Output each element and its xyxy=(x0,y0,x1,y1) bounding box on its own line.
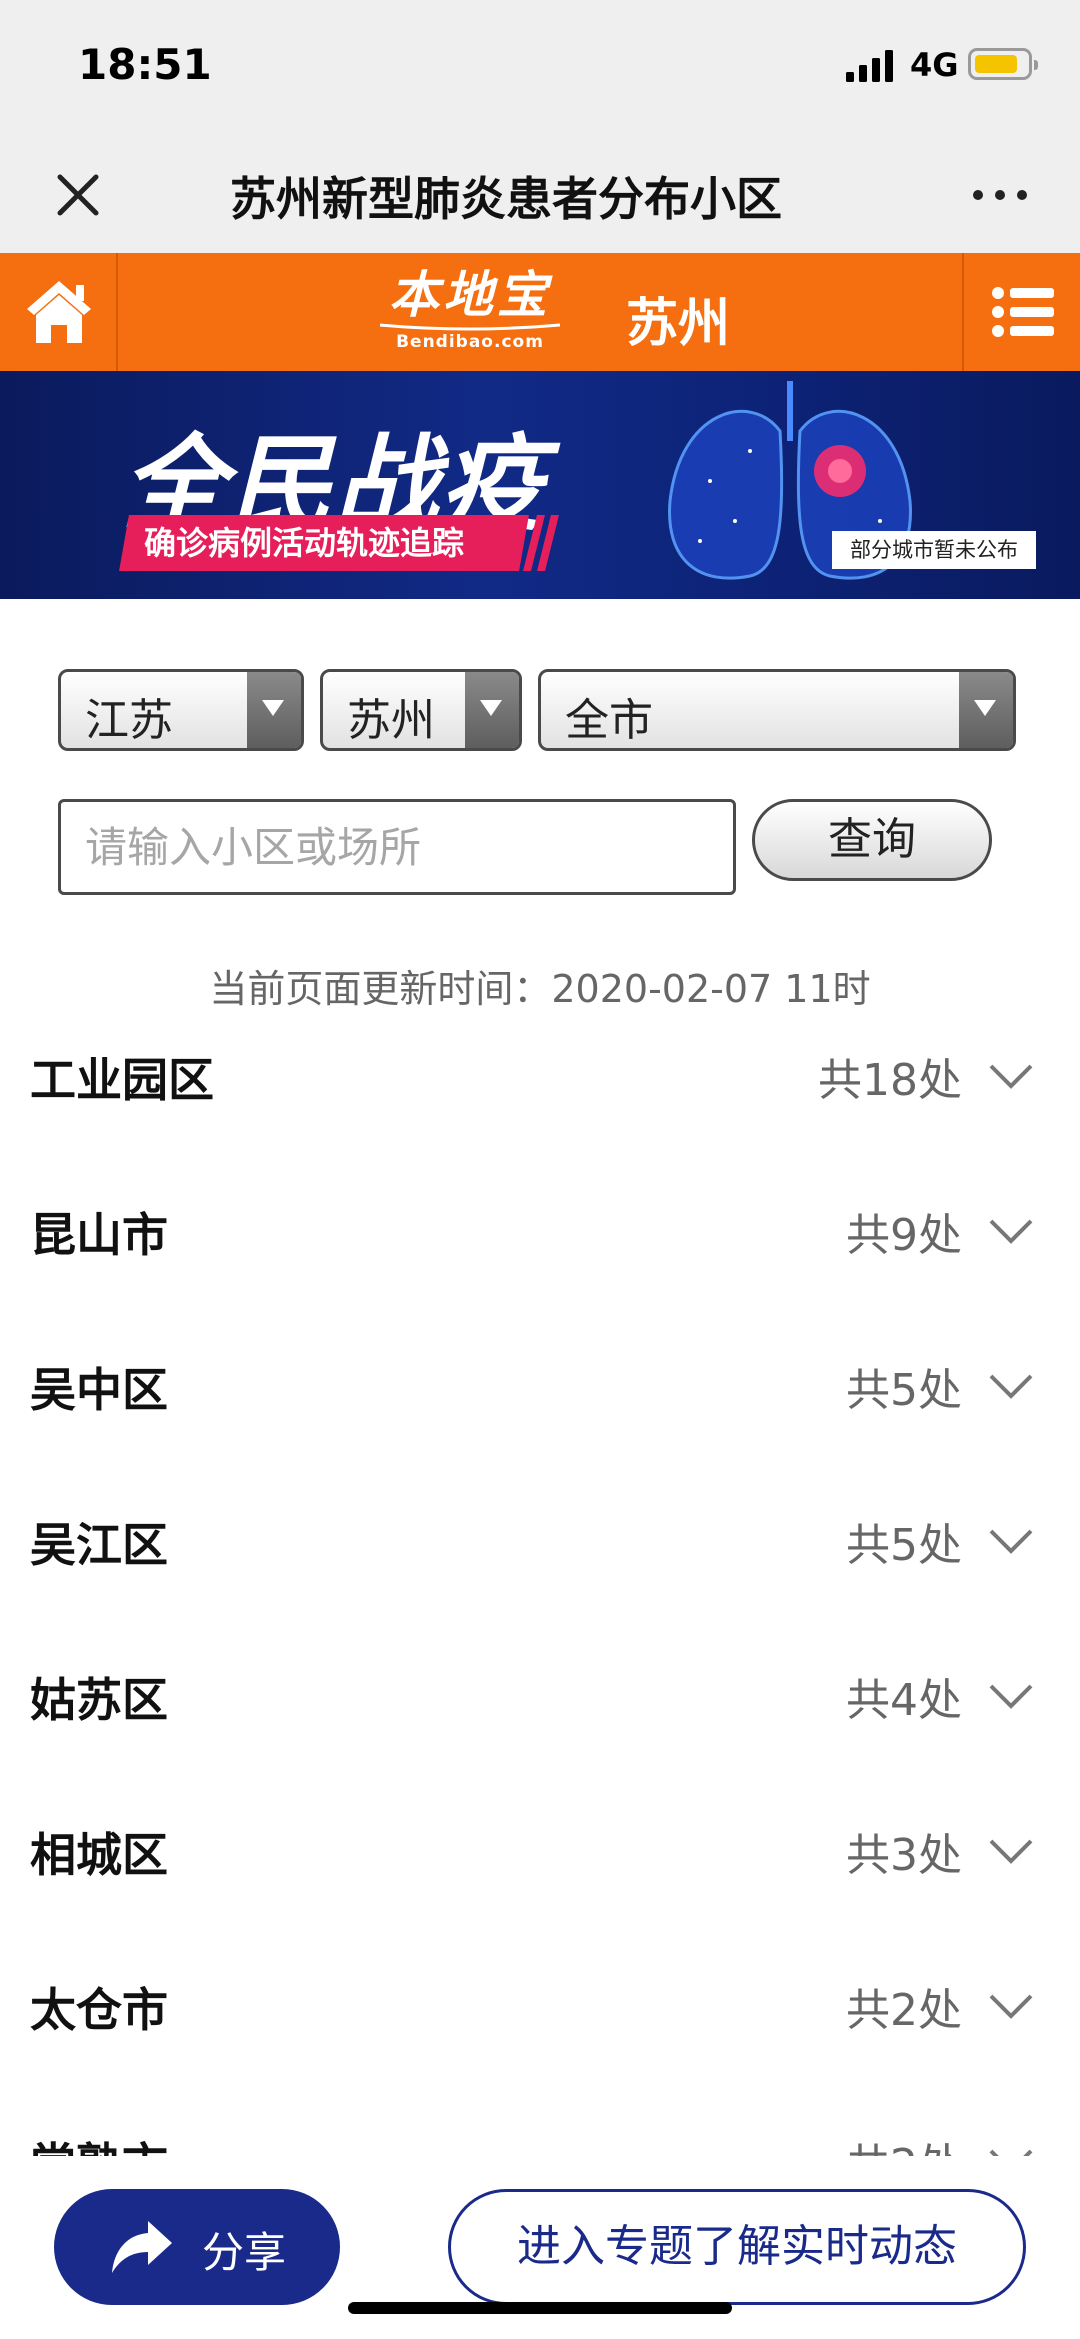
district-count: 共18处 xyxy=(818,1055,962,1106)
banner-note: 部分城市暂未公布 xyxy=(832,531,1036,569)
list-item[interactable]: 吴江区 共5处 xyxy=(0,1475,1080,1630)
district-count: 共9处 xyxy=(846,1210,962,1261)
city-select[interactable]: 苏州 xyxy=(320,669,522,751)
district-name: 工业园区 xyxy=(30,1053,214,1107)
district-count: 共2处 xyxy=(846,1985,962,2036)
district-name: 姑苏区 xyxy=(30,1673,168,1727)
district-name: 昆山市 xyxy=(30,1208,168,1262)
home-indicator xyxy=(348,2302,732,2314)
chevron-down-icon xyxy=(989,1529,1033,1554)
list-item[interactable]: 姑苏区 共4处 xyxy=(0,1630,1080,1785)
list-menu-icon xyxy=(992,287,1054,337)
battery-icon xyxy=(968,48,1038,80)
list-item[interactable]: 昆山市 共9处 xyxy=(0,1165,1080,1320)
share-label: 分享 xyxy=(202,2228,287,2277)
more-options-icon[interactable] xyxy=(970,187,1030,203)
logo-subtext: Bendibao.com xyxy=(396,332,544,352)
chevron-down-icon xyxy=(989,1839,1033,1864)
district-count: 共3处 xyxy=(846,1830,962,1881)
list-item[interactable]: 相城区 共3处 xyxy=(0,1785,1080,1940)
dropdown-arrow-icon xyxy=(959,672,1013,748)
district-list: 工业园区 共18处 昆山市 共9处 吴中区 共5处 吴江区 共5处 姑苏区 共4… xyxy=(0,1010,1080,2156)
list-item[interactable]: 吴中区 共5处 xyxy=(0,1320,1080,1475)
list-item[interactable]: 工业园区 共18处 xyxy=(0,1010,1080,1165)
status-time: 18:51 xyxy=(78,40,212,89)
district-count: 共5处 xyxy=(846,1365,962,1416)
search-input[interactable] xyxy=(58,799,736,895)
list-item[interactable]: 常熟市 共2处 xyxy=(0,2095,1080,2156)
chevron-down-icon xyxy=(989,2149,1033,2156)
logo-text: 本地宝 xyxy=(389,266,551,324)
update-time: 当前页面更新时间：2020-02-07 11时 xyxy=(209,967,871,1011)
district-name: 吴江区 xyxy=(30,1518,168,1572)
topic-button[interactable]: 进入专题了解实时动态 xyxy=(448,2189,1026,2305)
status-bar: 18:51 4G xyxy=(0,0,1080,135)
chevron-down-icon xyxy=(989,1064,1033,1089)
chevron-down-icon xyxy=(989,1994,1033,2019)
share-arrow-icon xyxy=(112,2221,172,2273)
district-count: 共5处 xyxy=(846,1520,962,1571)
search-button[interactable]: 查询 xyxy=(752,799,992,881)
site-header: 本地宝 Bendibao.com 苏州 xyxy=(0,253,1080,371)
district-count: 共2处 xyxy=(846,2129,962,2156)
city-name: 苏州 xyxy=(626,294,731,354)
list-item[interactable]: 太仓市 共2处 xyxy=(0,1940,1080,2095)
dropdown-arrow-icon xyxy=(247,672,301,748)
chevron-down-icon xyxy=(989,1219,1033,1244)
chevron-down-icon xyxy=(989,1684,1033,1709)
network-type: 4G xyxy=(910,46,959,84)
signal-icon xyxy=(846,50,893,82)
district-count: 共4处 xyxy=(846,1675,962,1726)
district-name: 常熟市 xyxy=(30,2129,168,2156)
province-value: 江苏 xyxy=(85,695,173,746)
browser-nav-bar: 苏州新型肺炎患者分布小区 xyxy=(0,135,1080,253)
province-select[interactable]: 江苏 xyxy=(58,669,304,751)
district-name: 太仓市 xyxy=(30,1983,168,2037)
district-name: 吴中区 xyxy=(30,1363,168,1417)
dropdown-arrow-icon xyxy=(465,672,519,748)
city-value: 苏州 xyxy=(347,695,435,746)
campaign-banner[interactable]: 全民战疫 确诊病例活动轨迹追踪 部分城市暂未公布 xyxy=(0,371,1080,599)
banner-subtitle: 确诊病例活动轨迹追踪 xyxy=(119,515,529,571)
menu-button[interactable] xyxy=(962,253,1080,371)
logo-swoosh xyxy=(379,323,561,331)
area-value: 全市 xyxy=(565,695,653,746)
close-icon[interactable] xyxy=(48,165,108,225)
page-title: 苏州新型肺炎患者分布小区 xyxy=(230,172,782,226)
share-button[interactable]: 分享 xyxy=(54,2189,340,2305)
site-logo[interactable]: 本地宝 Bendibao.com xyxy=(370,267,570,357)
chevron-down-icon xyxy=(989,1374,1033,1399)
home-icon xyxy=(27,281,91,343)
district-name: 相城区 xyxy=(30,1828,168,1882)
area-select[interactable]: 全市 xyxy=(538,669,1016,751)
home-button[interactable] xyxy=(0,253,118,371)
